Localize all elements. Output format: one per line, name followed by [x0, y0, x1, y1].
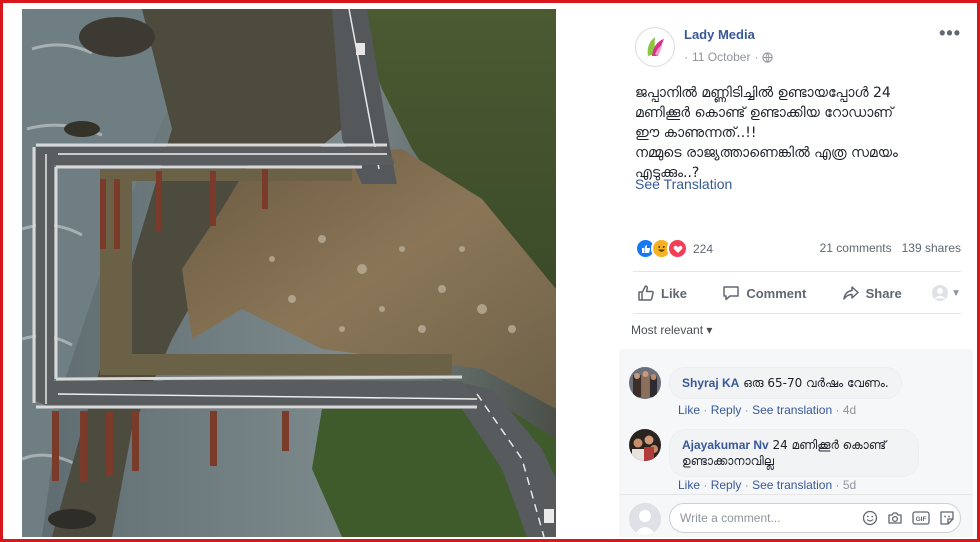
comment-bubble: Ajayakumar Nv 24 മണിക്കൂർ കൊണ്ട് ഉണ്ടാക്… [669, 429, 919, 477]
post-actions-bar: Like Comment Share ▼ [631, 277, 961, 309]
chevron-down-icon: ▾ [706, 323, 713, 337]
post-text-line: ജപ്പാനിൽ മണ്ണിടിച്ചിൽ ഉണ്ടായപ്പോൾ 24 [635, 85, 891, 101]
comment-input-placeholder: Write a comment... [680, 511, 781, 525]
post-meta: · 11 October · [684, 50, 774, 64]
default-avatar-icon [629, 503, 661, 535]
comment-text: 24 മണിക്കൂർ കൊണ്ട് [772, 438, 887, 452]
comment-actions: Like · Reply · See translation · 5d [678, 478, 857, 492]
date-separator-2: · [754, 50, 759, 64]
share-button[interactable]: Share [836, 284, 908, 302]
divider [633, 313, 961, 314]
more-options-icon[interactable]: ••• [939, 23, 961, 44]
comment-composer: Write a comment... GIF [629, 501, 963, 535]
comment-bubble: Shyraj KA ഒരു 65-70 വർഷം വേണം. [669, 367, 902, 399]
svg-text:GIF: GIF [916, 516, 927, 523]
comment-author-link[interactable]: Ajayakumar Nv [682, 438, 769, 452]
reaction-profile-selector[interactable]: ▼ [931, 284, 961, 302]
comment-see-translation-link[interactable]: See translation [752, 403, 832, 417]
commenter-photo [629, 429, 661, 461]
comment-see-translation-link[interactable]: See translation [752, 478, 832, 492]
comment-bubble-icon [723, 286, 740, 301]
post-text: ജപ്പാനിൽ മണ്ണിടിച്ചിൽ ഉണ്ടായപ്പോൾ 24 മണി… [635, 83, 965, 183]
chevron-down-icon: ▼ [951, 287, 961, 299]
comment-button[interactable]: Comment [716, 284, 812, 302]
reaction-count[interactable]: 224 [693, 242, 713, 256]
post-text-line: ഈ കാണുന്നത്..!! [635, 125, 757, 141]
post-photo[interactable] [22, 9, 556, 537]
post-sidebar: Lady Media · 11 October · ••• ജപ്പാനിൽ മ… [619, 9, 973, 537]
commenter-photo [629, 367, 661, 399]
page-avatar[interactable] [635, 27, 675, 67]
reactions-summary[interactable]: 224 [635, 238, 713, 259]
love-reaction-icon [667, 238, 688, 259]
camera-icon[interactable] [887, 510, 903, 526]
globe-icon [762, 51, 774, 63]
lady-media-logo-icon [647, 37, 664, 56]
comments-section: Shyraj KA ഒരു 65-70 വർഷം വേണം. Like · Re… [619, 349, 973, 537]
landslide-road-photo [22, 9, 556, 537]
comment-label: Comment [746, 285, 807, 301]
comments-count-link[interactable]: 21 comments [820, 241, 892, 255]
post-text-line: നമ്മുടെ രാജ്യത്താണെങ്കിൽ എത്ര സമയം [635, 145, 898, 161]
comment-reply-link[interactable]: Reply [711, 478, 742, 492]
share-label: Share [865, 285, 902, 301]
sticker-icon[interactable] [939, 510, 955, 526]
comment-timestamp[interactable]: 5d [843, 478, 856, 492]
emoji-icon[interactable] [862, 510, 878, 526]
avatar [629, 503, 661, 535]
page-name-link[interactable]: Lady Media [684, 27, 755, 42]
comment-like-link[interactable]: Like [678, 478, 700, 492]
composer-icons: GIF [862, 510, 955, 526]
comment-like-link[interactable]: Like [678, 403, 700, 417]
like-label: Like [661, 285, 688, 301]
comment-sort-dropdown[interactable]: Most relevant ▾ [631, 323, 712, 337]
see-translation-link[interactable]: See Translation [635, 176, 732, 192]
gif-icon[interactable]: GIF [912, 510, 930, 526]
date-separator: · [684, 50, 688, 64]
comment-text: ഉണ്ടാക്കാനാവില്ല [682, 454, 774, 468]
divider [633, 271, 961, 272]
comment-timestamp[interactable]: 4d [843, 403, 856, 417]
divider [619, 494, 973, 495]
avatar[interactable] [629, 429, 661, 461]
comment-author-link[interactable]: Shyraj KA [682, 376, 739, 390]
comment-reply-link[interactable]: Reply [711, 403, 742, 417]
engagement-counts: 21 comments 139 shares [820, 241, 961, 255]
thumbs-up-icon [638, 285, 654, 301]
post-text-line: മണിക്കൂർ കൊണ്ട് ഉണ്ടാക്കിയ റോഡാണ് [635, 105, 894, 121]
share-arrow-icon [842, 286, 859, 300]
avatar[interactable] [629, 367, 661, 399]
like-button[interactable]: Like [631, 284, 693, 302]
comment-text: ഒരു 65-70 വർഷം വേണം. [743, 376, 889, 390]
shares-count-link[interactable]: 139 shares [902, 241, 961, 255]
profile-avatar-icon [932, 285, 949, 301]
sort-label: Most relevant [631, 323, 704, 337]
post-date[interactable]: 11 October [692, 50, 750, 64]
comment-actions: Like · Reply · See translation · 4d [678, 403, 857, 417]
